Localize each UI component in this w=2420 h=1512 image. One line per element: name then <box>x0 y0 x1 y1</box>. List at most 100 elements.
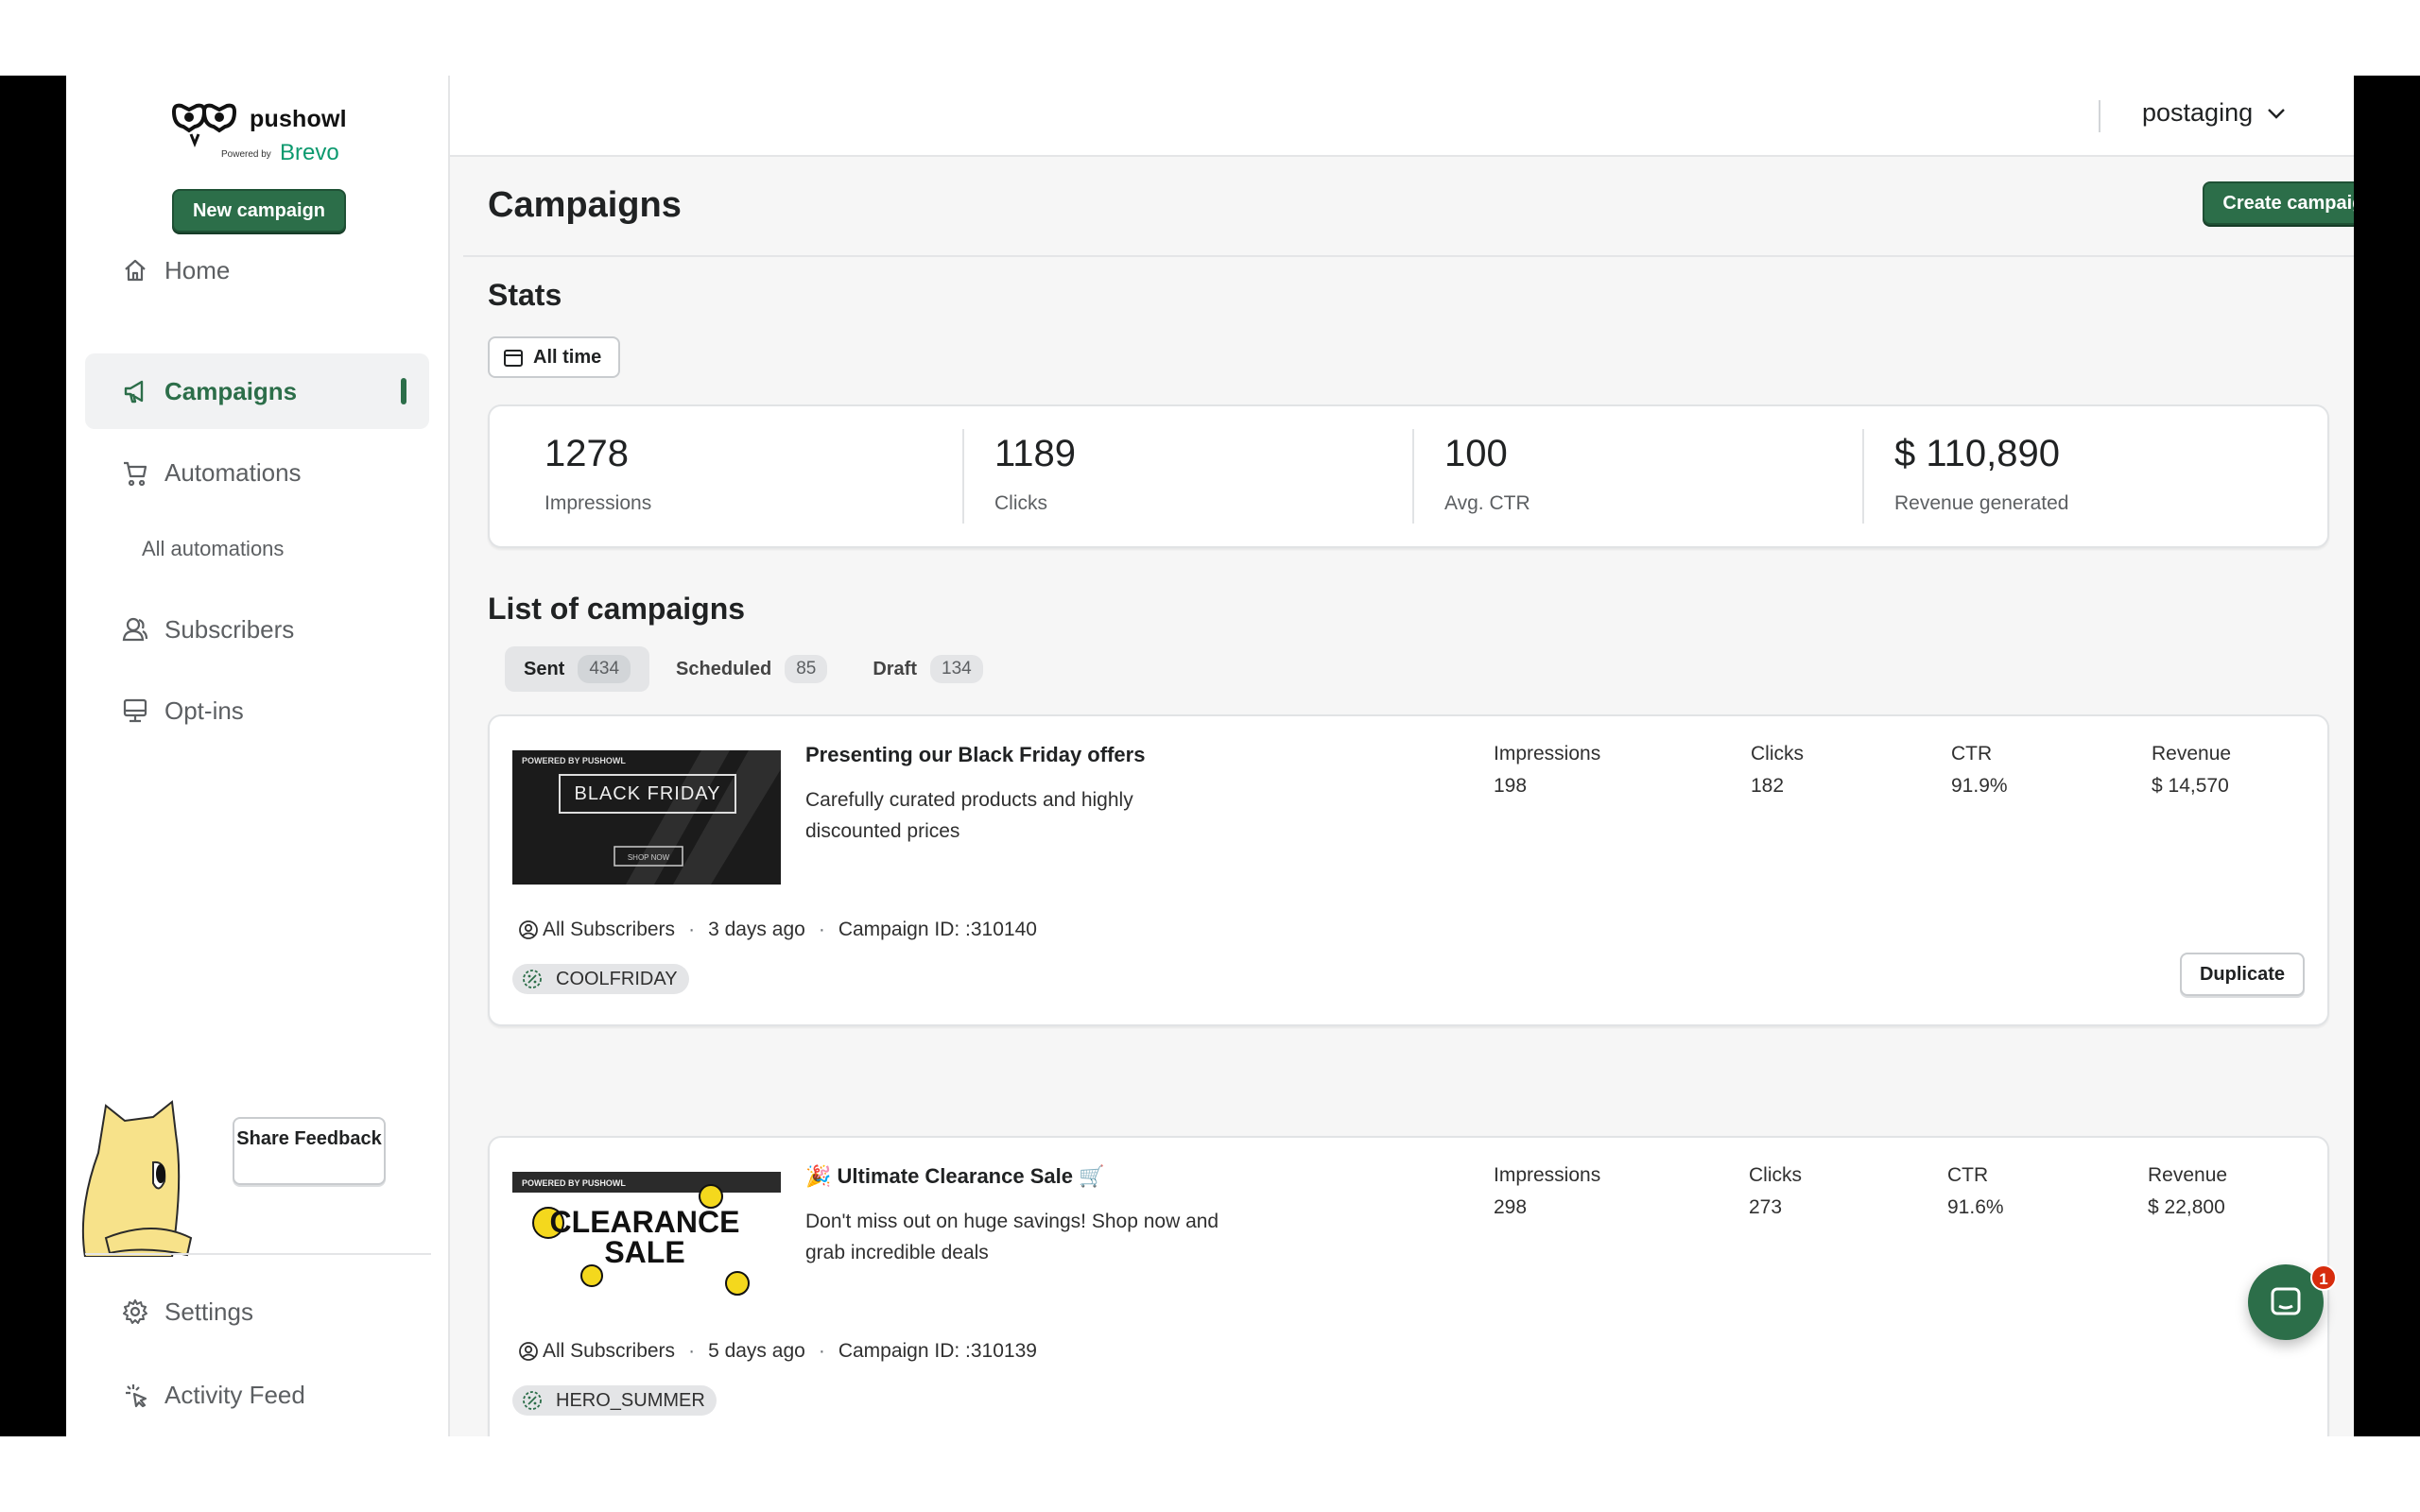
campaign-description: Carefully curated products and highly di… <box>805 789 1133 842</box>
chat-icon <box>2271 1287 2301 1315</box>
campaign-thumbnail: BLACK FRIDAY POWERED BY PUSHOWL SHOP NOW <box>512 750 781 885</box>
metric-label: Revenue <box>2152 743 2232 765</box>
page-title: Campaigns <box>488 185 682 225</box>
campaign-card[interactable]: POWERED BY PUSHOWL CLEARANCE SALE 🎉 Ulti… <box>488 1136 2329 1436</box>
metric-revenue: Revenue $ 14,570 <box>2152 743 2231 798</box>
create-campaign-button[interactable]: Create campaign <box>2203 181 2354 225</box>
sidebar-item-automations[interactable]: Automations <box>85 435 429 510</box>
stat-revenue: $ 110,890 Revenue generated <box>1894 406 2068 550</box>
sidebar-item-label: Subscribers <box>164 614 295 644</box>
stat-value: $ 110,890 <box>1894 433 2060 474</box>
coupon-badge: COOLFRIDAY <box>512 964 689 994</box>
thumbnail-powered-by: POWERED BY PUSHOWL <box>522 1178 626 1188</box>
thumbnail-cta: SHOP NOW <box>628 853 670 862</box>
share-feedback-button[interactable]: Share Feedback <box>233 1117 386 1185</box>
main-content: Campaigns Create campaign Stats All time… <box>450 157 2354 1436</box>
thumbnail-headline: CLEARANCE <box>550 1205 740 1239</box>
metric-label: Revenue <box>2148 1164 2228 1186</box>
campaign-thumbnail: POWERED BY PUSHOWL CLEARANCE SALE <box>512 1172 781 1306</box>
thumbnail-headline-2: SALE <box>604 1235 684 1269</box>
campaign-id: Campaign ID: :310139 <box>838 1340 1037 1362</box>
stat-clicks: 1189 Clicks <box>994 406 1076 550</box>
megaphone-icon <box>119 375 151 407</box>
sidebar-item-label: Home <box>164 255 231 284</box>
stat-avg-ctr: 100 Avg. CTR <box>1444 406 1530 550</box>
sidebar-subitem-all-automations[interactable]: All automations <box>142 537 284 561</box>
metric-value: 298 <box>1494 1196 1528 1218</box>
brand-partner: Brevo <box>280 140 339 165</box>
user-circle-icon <box>519 920 538 939</box>
metric-impressions: Impressions 298 <box>1494 1164 1600 1219</box>
time-range-label: All time <box>533 346 602 368</box>
stat-label: Revenue generated <box>1894 492 2069 514</box>
stat-value: 100 <box>1444 433 1508 474</box>
sidebar-item-campaigns[interactable]: Campaigns <box>85 353 429 429</box>
campaign-audience: All Subscribers <box>543 919 676 940</box>
campaign-id: Campaign ID: :310140 <box>838 919 1037 940</box>
metric-label: Impressions <box>1494 1164 1601 1186</box>
metric-clicks: Clicks 273 <box>1749 1164 1802 1219</box>
campaign-list-heading: List of campaigns <box>488 592 746 626</box>
sidebar-item-home[interactable]: Home <box>85 232 429 308</box>
sidebar-item-opt-ins[interactable]: Opt-ins <box>85 673 429 748</box>
campaign-title: Presenting our Black Friday offers <box>805 743 1146 766</box>
monitor-icon <box>119 695 151 727</box>
meta-separator: · <box>818 1340 825 1362</box>
coupon-code: COOLFRIDAY <box>556 968 678 989</box>
stats-heading: Stats <box>488 278 562 312</box>
gear-icon <box>119 1296 151 1328</box>
tab-scheduled[interactable]: Scheduled 85 <box>657 646 846 692</box>
brand-powered-by: Powered by <box>221 149 271 160</box>
tab-count: 85 <box>785 655 828 683</box>
coupon-badge: HERO_SUMMER <box>512 1385 717 1416</box>
store-name: postaging <box>2142 98 2254 127</box>
sparkle-icon <box>119 1379 151 1411</box>
thumbnail-powered-by: POWERED BY PUSHOWL <box>522 756 626 765</box>
campaign-card[interactable]: BLACK FRIDAY POWERED BY PUSHOWL SHOP NOW… <box>488 714 2329 1026</box>
metric-ctr: CTR 91.6% <box>1947 1164 2004 1219</box>
brand-logo[interactable]: pushowl Powered by Brevo <box>170 93 350 165</box>
stat-divider <box>1862 429 1864 524</box>
tab-sent[interactable]: Sent 434 <box>505 646 650 692</box>
duplicate-button[interactable]: Duplicate <box>2180 953 2305 996</box>
topbar-separator <box>2099 100 2100 132</box>
tab-label: Draft <box>873 658 917 679</box>
owl-mascot-illustration <box>81 1100 193 1257</box>
tab-label: Scheduled <box>676 658 772 679</box>
tab-count: 134 <box>930 655 983 683</box>
tab-label: Sent <box>524 658 565 679</box>
home-icon <box>119 254 151 286</box>
sidebar-item-activity-feed[interactable]: Activity Feed <box>85 1357 429 1433</box>
campaign-title: 🎉 Ultimate Clearance Sale 🛒 <box>805 1164 1105 1188</box>
stat-label: Impressions <box>544 492 652 514</box>
meta-separator: · <box>688 1340 696 1362</box>
tab-draft[interactable]: Draft 134 <box>854 646 1001 692</box>
metric-value: $ 22,800 <box>2148 1196 2225 1218</box>
campaign-meta: All Subscribers · 3 days ago · Campaign … <box>518 919 1037 941</box>
cart-icon <box>119 456 151 489</box>
sidebar-divider <box>85 1253 431 1255</box>
metric-ctr: CTR 91.9% <box>1951 743 2008 798</box>
sidebar-item-subscribers[interactable]: Subscribers <box>85 592 429 667</box>
sidebar-item-label: Activity Feed <box>164 1380 305 1409</box>
sidebar-item-settings[interactable]: Settings <box>85 1274 429 1349</box>
thumbnail-headline: BLACK FRIDAY <box>575 783 721 804</box>
sidebar-item-label: Opt-ins <box>164 696 244 725</box>
metric-value: 91.6% <box>1947 1196 2004 1218</box>
campaign-meta: All Subscribers · 5 days ago · Campaign … <box>518 1340 1037 1363</box>
metric-revenue: Revenue $ 22,800 <box>2148 1164 2227 1219</box>
time-range-filter[interactable]: All time <box>488 336 620 378</box>
metric-label: Impressions <box>1494 743 1601 765</box>
new-campaign-button[interactable]: New campaign <box>172 189 346 232</box>
sidebar-item-label: Settings <box>164 1297 253 1326</box>
user-circle-icon <box>519 1342 538 1361</box>
metric-clicks: Clicks 182 <box>1751 743 1804 798</box>
app-window: pushowl Powered by Brevo New campaign Ho… <box>66 76 2354 1436</box>
metric-value: 198 <box>1494 775 1528 797</box>
title-divider <box>463 255 2354 257</box>
store-switcher[interactable]: postaging <box>2142 98 2287 128</box>
stat-impressions: 1278 Impressions <box>544 406 651 550</box>
discount-icon <box>523 1391 542 1410</box>
stat-value: 1278 <box>544 433 629 474</box>
sidebar-item-label: Automations <box>164 457 302 487</box>
